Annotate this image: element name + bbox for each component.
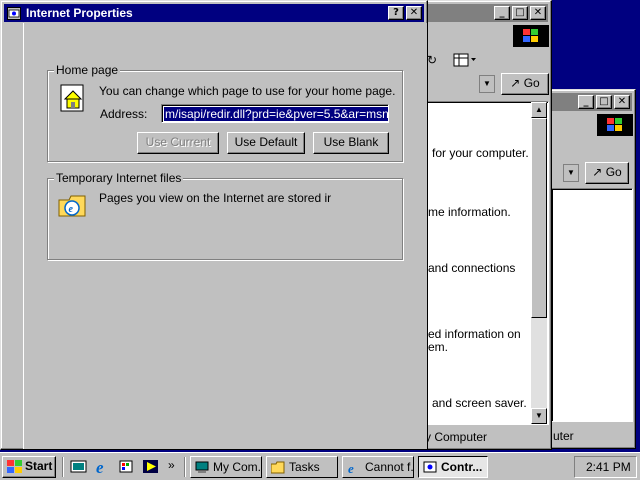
address-label: Address: [100,107,148,121]
home-icon [57,81,89,113]
maximize-button[interactable]: □ [512,6,528,20]
content-line-3: and connections [428,261,516,275]
task-label: Cannot f... [365,460,414,474]
dropdown-arrow-icon[interactable]: ▼ [563,164,579,182]
ie-folder-icon: e [57,190,89,220]
task-label: My Com... [213,460,261,474]
go-arrow-icon: ↗ [592,165,603,179]
minimize-button[interactable]: _ [578,95,594,109]
windows-logo-icon [513,25,549,47]
refresh-icon[interactable]: ↻ [427,53,441,67]
home-page-description: You can change which page to use for you… [99,84,396,98]
svg-text:e: e [96,458,104,476]
go-button[interactable]: ↗ Go [585,162,629,184]
content-line-1: for your computer. [432,146,529,160]
task-tasks[interactable]: Tasks [266,456,338,478]
task-cannot-find[interactable]: e Cannot f... [342,456,414,478]
taskbar-separator [184,457,186,477]
vertical-scrollbar[interactable]: ▲ ▼ [531,102,547,424]
windows-logo-icon [597,114,633,136]
minimize-button[interactable]: _ [494,6,510,20]
home-page-group-label: Home page [54,63,121,77]
dialog-app-icon [7,6,21,20]
address-value: m/isapi/redir.dll?prd=ie&pver=5.5&ar=msn… [164,107,388,121]
content-line-4: ed information on [428,327,521,341]
dialog-titlebar[interactable]: Internet Properties ? ✕ [4,4,424,22]
temp-files-description: Pages you view on the Internet are store… [99,191,332,205]
content-line-2: me information. [428,205,511,219]
taskbar: Start e » My Com... Tasks e Cannot f... … [0,452,640,480]
go-label: Go [523,76,540,90]
use-current-button[interactable]: Use Current [137,132,219,154]
media-player-icon[interactable] [142,458,160,476]
task-my-computer[interactable]: My Com... [190,456,262,478]
ie-quicklaunch-icon[interactable]: e [94,458,112,477]
help-button[interactable]: ? [388,6,404,20]
task-control-panel[interactable]: Contr... [418,456,488,478]
status-zone-right: y Computer [425,430,488,444]
show-desktop-icon[interactable] [70,459,88,475]
content-line-5: em. [428,340,449,354]
quicklaunch-separator [62,457,64,477]
content-line-6: and screen saver. [432,396,527,410]
control-panel-icon [423,460,437,473]
scroll-thumb[interactable] [531,118,547,318]
go-label: Go [605,165,622,179]
dialog-title: Internet Properties [26,6,133,20]
temp-files-group-label: Temporary Internet files [54,171,184,185]
clock[interactable]: 2:41 PM [586,460,631,474]
dropdown-arrow-icon[interactable]: ▼ [479,75,495,93]
maximize-button[interactable]: □ [596,95,612,109]
system-tray: 2:41 PM [574,456,637,478]
status-text: uter [553,429,574,443]
svg-text:e: e [69,204,74,215]
quicklaunch-more[interactable]: » [168,458,175,472]
svg-text:e: e [348,461,354,474]
back-window-2-content [551,188,633,422]
scroll-down-button[interactable]: ▼ [531,408,547,424]
folder-icon [270,460,285,474]
scroll-up-button[interactable]: ▲ [531,102,547,118]
computer-icon [195,460,209,473]
go-button[interactable]: ↗ Go [501,73,549,95]
internet-properties-dialog[interactable]: Internet Properties ? ✕ Home page You ca… [0,0,428,450]
task-label: Contr... [441,460,483,474]
use-blank-button[interactable]: Use Blank [313,132,389,154]
start-label: Start [25,459,53,473]
start-button[interactable]: Start [2,456,56,478]
start-windows-icon [7,460,22,474]
use-default-button[interactable]: Use Default [227,132,305,154]
go-arrow-icon: ↗ [510,76,521,90]
channels-icon[interactable] [118,458,136,476]
task-label: Tasks [289,460,320,474]
ie-icon: e [347,460,361,476]
close-button[interactable]: ✕ [530,6,546,20]
close-button[interactable]: ✕ [406,6,422,20]
address-field[interactable]: m/isapi/redir.dll?prd=ie&pver=5.5&ar=msn… [161,104,389,123]
close-button[interactable]: ✕ [614,95,630,109]
views-icon[interactable] [453,53,477,69]
